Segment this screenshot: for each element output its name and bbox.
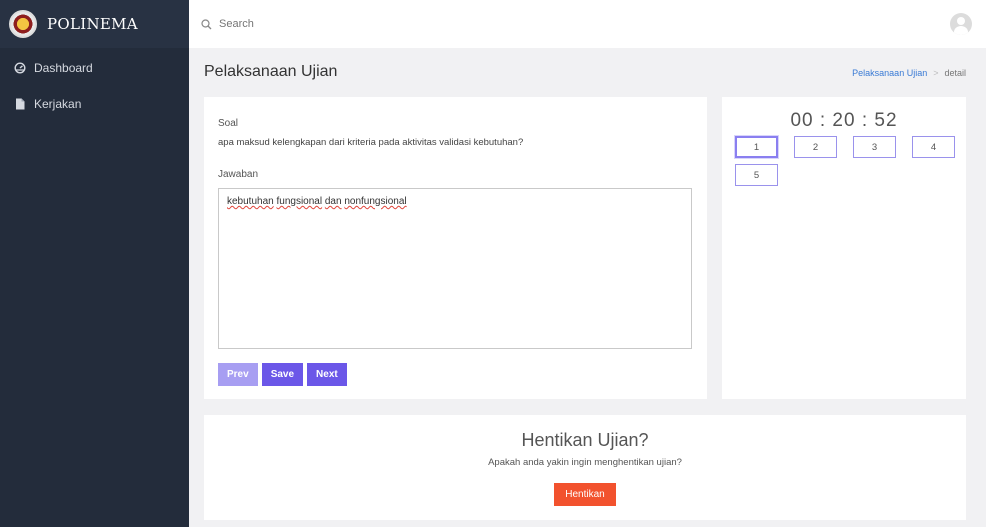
question-number-button[interactable]: 3 — [853, 136, 896, 158]
sidebar-item-label: Dashboard — [34, 61, 93, 75]
prev-button[interactable]: Prev — [218, 363, 258, 386]
search-input[interactable] — [219, 18, 419, 30]
topbar — [189, 0, 986, 48]
polinema-logo — [9, 10, 37, 38]
question-number-button[interactable]: 1 — [735, 136, 778, 158]
stop-exam-card: Hentikan Ujian? Apakah anda yakin ingin … — [204, 415, 966, 520]
question-number-button[interactable]: 4 — [912, 136, 955, 158]
sidebar-item-label: Kerjakan — [34, 97, 82, 111]
user-avatar[interactable] — [950, 13, 972, 35]
jawaban-label: Jawaban — [218, 169, 259, 180]
brand[interactable]: POLINEMA — [0, 0, 189, 48]
question-number-grid: 1 2 3 4 5 — [735, 136, 955, 186]
navigation-buttons: Prev Save Next — [218, 363, 347, 386]
question-number-button[interactable]: 5 — [735, 164, 778, 186]
dashboard-icon — [14, 62, 26, 74]
breadcrumb-separator-icon: > — [933, 68, 939, 78]
search-box — [201, 18, 419, 30]
question-text: apa maksud kelengkapan dari kriteria pad… — [218, 137, 524, 148]
stop-exam-button[interactable]: Hentikan — [554, 483, 616, 506]
question-card: Soal apa maksud kelengkapan dari kriteri… — [204, 97, 707, 399]
question-number-button[interactable]: 2 — [794, 136, 837, 158]
answer-word: fungsional — [276, 196, 323, 207]
breadcrumb-current: detail — [944, 68, 966, 78]
save-button[interactable]: Save — [261, 363, 304, 386]
search-icon — [201, 18, 212, 29]
page-title: Pelaksanaan Ujian — [204, 63, 338, 80]
breadcrumb: Pelaksanaan Ujian > detail — [852, 68, 966, 78]
answer-word: dan — [324, 196, 342, 207]
brand-name: POLINEMA — [47, 15, 138, 33]
soal-label: Soal — [218, 118, 239, 129]
sidebar: POLINEMA Dashboard Kerjakan — [0, 0, 189, 527]
breadcrumb-link[interactable]: Pelaksanaan Ujian — [852, 68, 927, 78]
answer-word: kebutuhan — [227, 196, 274, 207]
next-button[interactable]: Next — [307, 363, 347, 386]
stop-exam-subtitle: Apakah anda yakin ingin menghentikan uji… — [488, 457, 682, 468]
answer-textarea[interactable]: kebutuhan fungsional dan nonfungsional — [218, 188, 692, 349]
file-icon — [16, 98, 25, 110]
sidebar-item-kerjakan[interactable]: Kerjakan — [0, 86, 189, 122]
countdown-timer: 00 : 20 : 52 — [790, 110, 898, 131]
sidebar-item-dashboard[interactable]: Dashboard — [0, 50, 189, 86]
question-navigator-card: 00 : 20 : 52 1 2 3 4 5 — [722, 97, 966, 399]
answer-word: nonfungsional — [344, 196, 407, 207]
stop-exam-title: Hentikan Ujian? — [521, 430, 649, 450]
